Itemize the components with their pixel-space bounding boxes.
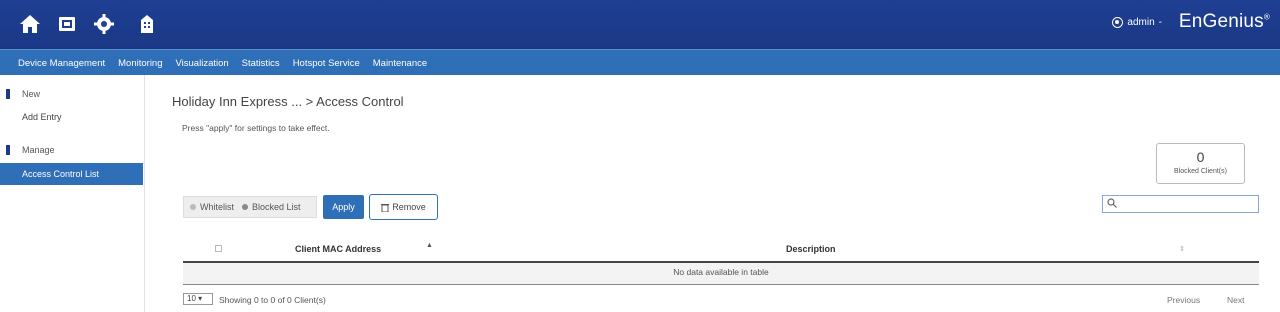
dashboard-icon[interactable] (55, 12, 79, 36)
sidebar-item-access-control-list[interactable]: Access Control List (0, 163, 143, 185)
sort-icon[interactable]: ⇕ (1179, 245, 1185, 253)
page-size-select[interactable]: 10 ▾ (183, 293, 213, 305)
next-page-link[interactable]: Next (1227, 295, 1244, 305)
user-name: admin (1127, 17, 1155, 28)
search-icon (1107, 198, 1117, 208)
remove-label: Remove (392, 202, 426, 212)
trash-icon (381, 203, 390, 212)
previous-page-link[interactable]: Previous (1167, 295, 1200, 305)
nav-monitoring[interactable]: Monitoring (118, 58, 162, 69)
sidebar-section-manage: Manage (6, 145, 55, 155)
header-separator: - (1158, 17, 1162, 28)
nav-hotspot-service[interactable]: Hotspot Service (293, 58, 360, 69)
blocked-client-counter: 0 Blocked Client(s) (1156, 143, 1245, 184)
nav-statistics[interactable]: Statistics (242, 58, 280, 69)
gear-icon[interactable] (92, 12, 116, 36)
blocked-list-label[interactable]: Blocked List (252, 202, 301, 212)
table-header: Client MAC Address ▲ Description ⇕ (183, 238, 1259, 263)
sidebar-item-add-entry[interactable]: Add Entry (22, 112, 62, 122)
home-icon[interactable] (18, 12, 42, 36)
main-nav: Device Management Monitoring Visualizati… (0, 49, 1280, 75)
blocked-count: 0 (1196, 149, 1205, 165)
nav-maintenance[interactable]: Maintenance (373, 58, 427, 69)
brand-logo: EnGenius® (1178, 11, 1270, 32)
empty-table-message: No data available in table (183, 263, 1259, 285)
pagination-info: Showing 0 to 0 of 0 Client(s) (219, 295, 326, 305)
whitelist-radio[interactable] (190, 204, 196, 210)
blocked-count-label: Blocked Client(s) (1174, 168, 1227, 175)
list-type-toggle: Whitelist Blocked List (183, 196, 317, 218)
apply-hint: Press "apply" for settings to take effec… (182, 123, 330, 133)
remove-button[interactable]: Remove (369, 194, 438, 220)
whitelist-label[interactable]: Whitelist (200, 202, 234, 212)
sidebar-section-new: New (6, 89, 40, 99)
nav-device-management[interactable]: Device Management (18, 58, 105, 69)
column-description[interactable]: Description (786, 244, 836, 254)
building-icon[interactable] (135, 12, 159, 36)
apply-button[interactable]: Apply (323, 195, 364, 219)
user-menu[interactable]: admin - (1112, 17, 1162, 28)
blocked-list-radio[interactable] (242, 204, 249, 210)
nav-visualization[interactable]: Visualization (176, 58, 229, 69)
top-header: admin - EnGenius® (0, 0, 1280, 49)
sidebar: New Add Entry Manage Access Control List (0, 75, 145, 312)
column-mac-address[interactable]: Client MAC Address (295, 244, 381, 254)
breadcrumb: Holiday Inn Express ... > Access Control (172, 94, 404, 109)
search-input[interactable] (1102, 195, 1259, 213)
sort-asc-icon[interactable]: ▲ (426, 242, 433, 249)
user-icon (1112, 17, 1124, 28)
select-all-checkbox[interactable] (215, 245, 222, 252)
